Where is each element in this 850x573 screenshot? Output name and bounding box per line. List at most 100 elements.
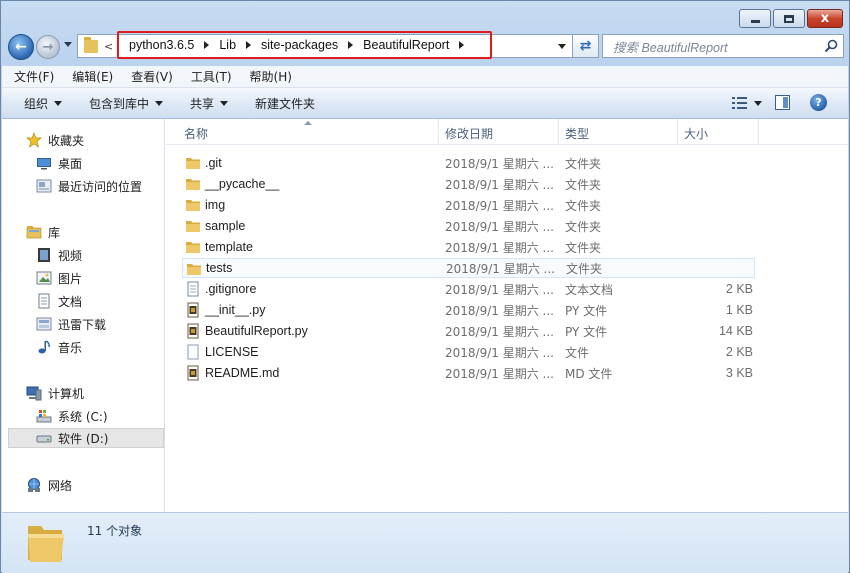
include-in-library-label: 包含到库中 (89, 96, 150, 111)
view-dropdown-icon[interactable] (754, 101, 762, 106)
nav-documents[interactable]: 文档 (36, 291, 82, 311)
file-type: 文本文档 (565, 282, 614, 297)
nav-drive-c[interactable]: 系统 (C:) (36, 406, 108, 426)
file-date: 2018/9/1 星期六 ... (446, 261, 555, 276)
file-size: 3 KB (725, 366, 753, 380)
file-date: 2018/9/1 星期六 ... (445, 366, 554, 381)
file-row[interactable]: .gitignore 2018/9/1 星期六 ... 文本文档 2 KB (182, 279, 755, 299)
nav-network[interactable]: 网络 (26, 475, 72, 495)
content-area: 收藏夹 桌面 最近访问的位置 库 视频 图片 文档 迅雷下载 音乐 计算机 系统… (2, 119, 848, 512)
folder-icon (187, 264, 201, 275)
nav-xunlei[interactable]: 迅雷下载 (36, 314, 106, 334)
file-row[interactable]: __pycache__ 2018/9/1 星期六 ... 文件夹 (182, 174, 755, 194)
file-row[interactable]: BeautifulReport.py 2018/9/1 星期六 ... PY 文件 1… (182, 321, 755, 341)
address-dropdown-icon[interactable] (558, 44, 566, 49)
view-options-icon[interactable] (732, 96, 748, 110)
menu-tools[interactable]: 工具(T) (191, 68, 232, 85)
column-divider[interactable] (558, 119, 559, 145)
new-folder-button[interactable]: 新建文件夹 (255, 95, 315, 112)
nav-label: 软件 (D:) (58, 431, 109, 446)
file-row[interactable]: LICENSE 2018/9/1 星期六 ... 文件 2 KB (182, 342, 755, 362)
breadcrumb-item[interactable]: Lib (219, 38, 236, 52)
network-icon (28, 478, 40, 492)
arrow-right-icon: → (42, 39, 54, 55)
folder-icon (28, 526, 64, 562)
file-row[interactable]: __init__.py 2018/9/1 星期六 ... PY 文件 1 KB (182, 300, 755, 320)
menu-file[interactable]: 文件(F) (14, 68, 54, 85)
back-button[interactable]: ← (8, 34, 34, 60)
folder-icon (186, 179, 200, 190)
menu-view[interactable]: 查看(V) (131, 68, 173, 85)
search-icon[interactable] (824, 39, 838, 53)
file-type: 文件夹 (565, 198, 602, 213)
nav-videos[interactable]: 视频 (36, 245, 82, 265)
maximize-button[interactable] (773, 9, 805, 28)
chevron-right-icon[interactable] (246, 41, 252, 49)
include-in-library-button[interactable]: 包含到库中 (89, 95, 164, 112)
refresh-button[interactable]: ⇄ (573, 34, 599, 58)
file-date: 2018/9/1 星期六 ... (445, 198, 554, 213)
organize-label: 组织 (24, 96, 49, 111)
chevron-right-icon[interactable] (348, 41, 354, 49)
file-type: MD 文件 (565, 366, 613, 381)
breadcrumb-item[interactable]: site-packages (261, 38, 338, 52)
nav-label: 桌面 (58, 156, 83, 171)
file-row[interactable]: sample 2018/9/1 星期六 ... 文件夹 (182, 216, 755, 236)
column-divider[interactable] (438, 119, 439, 145)
file-row[interactable]: .git 2018/9/1 星期六 ... 文件夹 (182, 153, 755, 173)
share-button[interactable]: 共享 (190, 95, 229, 112)
forward-button[interactable]: → (36, 35, 60, 59)
script-file-icon (187, 323, 199, 339)
breadcrumb-item[interactable]: python3.6.5 (129, 38, 194, 52)
item-count: 11 个对象 (87, 524, 143, 538)
chevron-right-icon[interactable] (204, 41, 210, 49)
column-size[interactable]: 大小 (684, 125, 708, 142)
file-icon (187, 344, 199, 360)
nav-desktop[interactable]: 桌面 (36, 153, 82, 173)
breadcrumb-item[interactable]: BeautifulReport (363, 38, 449, 52)
column-divider[interactable] (758, 119, 759, 145)
minimize-button[interactable] (739, 9, 771, 28)
chevron-right-icon[interactable] (459, 41, 465, 49)
nav-drive-d[interactable]: 软件 (D:) (8, 428, 164, 448)
nav-label: 网络 (48, 478, 73, 493)
column-type[interactable]: 类型 (565, 125, 589, 142)
address-bar[interactable]: < python3.6.5 Lib site-packages Beautifu… (77, 31, 573, 59)
file-date: 2018/9/1 星期六 ... (445, 324, 554, 339)
nav-libraries[interactable]: 库 (26, 222, 60, 242)
menu-help[interactable]: 帮助(H) (250, 68, 292, 85)
file-row[interactable]: img 2018/9/1 星期六 ... 文件夹 (182, 195, 755, 215)
file-name: tests (206, 261, 233, 275)
file-date: 2018/9/1 星期六 ... (445, 345, 554, 360)
nav-recent[interactable]: 最近访问的位置 (36, 176, 142, 196)
column-name[interactable]: 名称 (184, 125, 208, 142)
file-list-pane: 名称 修改日期 类型 大小 .git 2018/9/1 星期六 ... 文件夹 __p… (166, 119, 848, 512)
recent-pages-dropdown[interactable] (64, 42, 72, 47)
computer-icon (26, 386, 42, 401)
folder-icon (186, 221, 200, 232)
search-input[interactable]: 搜索 BeautifulReport (602, 34, 844, 58)
column-divider[interactable] (677, 119, 678, 145)
caption-buttons: x (739, 9, 843, 28)
nav-computer[interactable]: 计算机 (26, 383, 84, 403)
folder-icon (186, 242, 200, 253)
preview-pane-icon[interactable] (775, 95, 790, 110)
nav-pictures[interactable]: 图片 (36, 268, 82, 288)
nav-music[interactable]: 音乐 (36, 337, 82, 357)
column-date[interactable]: 修改日期 (445, 125, 493, 142)
close-button[interactable]: x (807, 9, 843, 28)
file-date: 2018/9/1 星期六 ... (445, 219, 554, 234)
search-placeholder: 搜索 BeautifulReport (613, 40, 728, 55)
file-row[interactable]: README.md 2018/9/1 星期六 ... MD 文件 3 KB (182, 363, 755, 383)
script-file-icon (187, 365, 199, 381)
nav-favorites[interactable]: 收藏夹 (26, 130, 84, 150)
help-icon[interactable]: ? (810, 94, 827, 111)
overflow-chevron[interactable]: < (104, 40, 113, 53)
organize-button[interactable]: 组织 (24, 95, 63, 112)
file-row[interactable]: tests 2018/9/1 星期六 ... 文件夹 (182, 258, 755, 278)
menu-edit[interactable]: 编辑(E) (72, 68, 113, 85)
nav-label: 最近访问的位置 (58, 179, 143, 194)
file-row[interactable]: template 2018/9/1 星期六 ... 文件夹 (182, 237, 755, 257)
document-icon (38, 293, 50, 309)
nav-label: 文档 (58, 294, 83, 309)
